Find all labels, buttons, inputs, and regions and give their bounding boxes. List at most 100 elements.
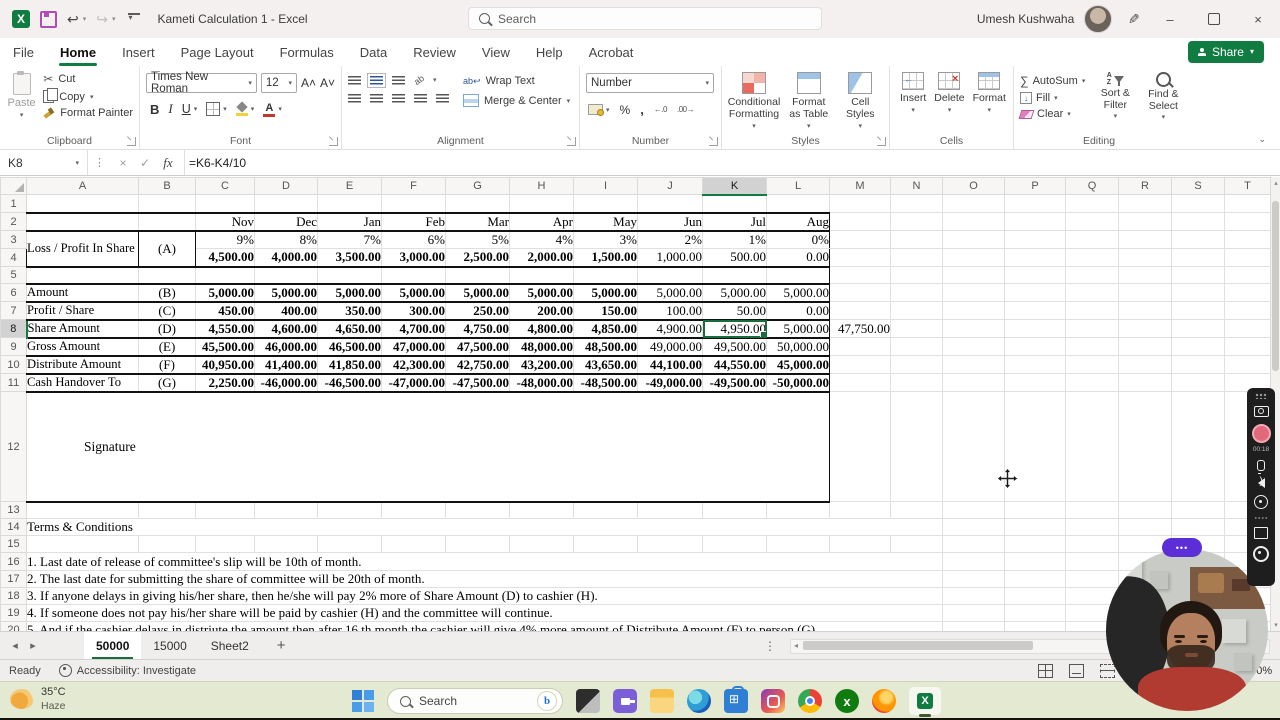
cell-H2[interactable]: Apr: [509, 211, 574, 232]
cell-Q4[interactable]: [1065, 248, 1119, 267]
cell-K15[interactable]: [702, 535, 767, 553]
cell-A12[interactable]: Signature: [26, 391, 830, 503]
font-dialog-launcher[interactable]: [329, 137, 338, 146]
cell-F7[interactable]: 300.00: [381, 301, 446, 321]
cell-B11[interactable]: (G): [138, 373, 196, 393]
cell-J8[interactable]: 4,900.00: [637, 319, 703, 339]
cell-O15[interactable]: [942, 535, 1005, 553]
row-header-11[interactable]: 11: [0, 373, 27, 392]
column-header-J[interactable]: J: [637, 177, 703, 195]
cell-G10[interactable]: 42,750.00: [445, 355, 510, 375]
firefox-icon[interactable]: [872, 689, 896, 713]
align-center-icon[interactable]: [370, 94, 383, 103]
cell-M5[interactable]: [829, 266, 891, 284]
cell-P3[interactable]: [1004, 230, 1066, 249]
share-button[interactable]: Share ▾: [1187, 41, 1264, 63]
cell-O16[interactable]: [942, 552, 1005, 571]
styles-dialog-launcher[interactable]: [877, 137, 886, 146]
cell-S4[interactable]: [1171, 248, 1225, 267]
italic-button[interactable]: I: [168, 101, 172, 117]
cell-D6[interactable]: 5,000.00: [254, 282, 318, 303]
font-name-select[interactable]: Times New Roman ▾: [146, 71, 257, 95]
sheet-options-icon[interactable]: ⋮: [764, 639, 776, 653]
title-search-box[interactable]: Search: [468, 7, 822, 30]
row-header-6[interactable]: 6: [0, 283, 27, 302]
cell-I1[interactable]: [573, 194, 638, 213]
column-header-B[interactable]: B: [138, 177, 196, 195]
cell-F15[interactable]: [381, 535, 446, 553]
column-header-F[interactable]: F: [381, 177, 446, 195]
row-header-17[interactable]: 17: [0, 570, 27, 588]
orientation-icon[interactable]: ab: [412, 73, 426, 87]
cell-O17[interactable]: [942, 570, 1005, 588]
cell-T1[interactable]: [1224, 194, 1271, 213]
cell-N10[interactable]: [890, 355, 943, 374]
cell-O2[interactable]: [942, 212, 1005, 231]
cell-S3[interactable]: [1171, 230, 1225, 249]
cell-P16[interactable]: [1004, 552, 1066, 571]
close-button[interactable]: ×: [1236, 0, 1280, 38]
cell-T7[interactable]: [1224, 301, 1271, 320]
cell-N8[interactable]: [890, 319, 943, 338]
increase-decimal-icon[interactable]: ←.0: [654, 105, 668, 114]
cut-button[interactable]: ✂ Cut: [43, 72, 133, 86]
tab-home[interactable]: Home: [47, 38, 109, 66]
cell-P15[interactable]: [1004, 535, 1066, 553]
row-header-8[interactable]: 8: [0, 319, 28, 338]
cell-A5[interactable]: [26, 266, 139, 284]
chrome-icon[interactable]: [798, 689, 822, 713]
cell-B5[interactable]: [138, 266, 196, 284]
cell-D5[interactable]: [254, 266, 318, 284]
column-header-H[interactable]: H: [509, 177, 574, 195]
cell-S9[interactable]: [1171, 337, 1225, 356]
sheet-tab-15000[interactable]: 15000: [141, 632, 198, 659]
cell-T10[interactable]: [1224, 355, 1271, 374]
task-view-icon[interactable]: [576, 689, 600, 713]
cell-C1[interactable]: [195, 194, 255, 213]
column-header-L[interactable]: L: [766, 177, 830, 195]
cell-L8[interactable]: 5,000.00: [766, 319, 830, 339]
format-cells-button[interactable]: Format ▾: [973, 72, 1006, 114]
excel-app-icon[interactable]: X: [12, 10, 30, 28]
minimize-button[interactable]: –: [1148, 0, 1192, 38]
align-middle-icon[interactable]: [367, 72, 386, 88]
cell-D1[interactable]: [254, 194, 318, 213]
row-header-5[interactable]: 5: [0, 266, 27, 284]
cell-H8[interactable]: 4,800.00: [509, 319, 574, 339]
cell-P14[interactable]: [1004, 518, 1066, 536]
enter-icon[interactable]: ✓: [134, 156, 156, 170]
cell-G1[interactable]: [445, 194, 510, 213]
cell-I4[interactable]: 1,500.00: [573, 248, 638, 268]
cell-G11[interactable]: -47,500.00: [445, 373, 510, 393]
number-dialog-launcher[interactable]: [709, 137, 718, 146]
cell-N4[interactable]: [890, 248, 943, 267]
scroll-down-icon[interactable]: ▾: [1271, 621, 1280, 629]
collapse-ribbon-icon[interactable]: ⌄: [1258, 134, 1266, 145]
column-header-N[interactable]: N: [890, 177, 943, 195]
cell-O4[interactable]: [942, 248, 1005, 267]
instagram-icon[interactable]: [761, 689, 785, 713]
undo-icon[interactable]: ↩: [67, 11, 79, 28]
cell-G2[interactable]: Mar: [445, 211, 510, 232]
user-avatar[interactable]: [1084, 5, 1113, 33]
cell-Q3[interactable]: [1065, 230, 1119, 249]
delete-cells-button[interactable]: Delete▾: [934, 72, 965, 114]
cell-K6[interactable]: 5,000.00: [702, 282, 767, 303]
cell-K2[interactable]: Jul: [702, 211, 767, 232]
cell-P8[interactable]: [1004, 319, 1066, 338]
cell-K10[interactable]: 44,550.00: [702, 355, 767, 375]
column-header-A[interactable]: A: [26, 177, 139, 195]
recorder-webcam-icon[interactable]: [1254, 495, 1268, 509]
cell-J6[interactable]: 5,000.00: [637, 282, 703, 303]
cell-G13[interactable]: [445, 501, 510, 519]
row-header-13[interactable]: 13: [0, 501, 27, 519]
cell-P10[interactable]: [1004, 355, 1066, 374]
cell-T8[interactable]: [1224, 319, 1271, 338]
cell-H5[interactable]: [509, 266, 574, 284]
cell-N9[interactable]: [890, 337, 943, 356]
cell-P6[interactable]: [1004, 283, 1066, 302]
cell-K3[interactable]: 1%: [702, 230, 767, 249]
cell-N12[interactable]: [890, 391, 943, 502]
cell-A2[interactable]: [26, 211, 139, 232]
cell-B13[interactable]: [138, 501, 196, 519]
